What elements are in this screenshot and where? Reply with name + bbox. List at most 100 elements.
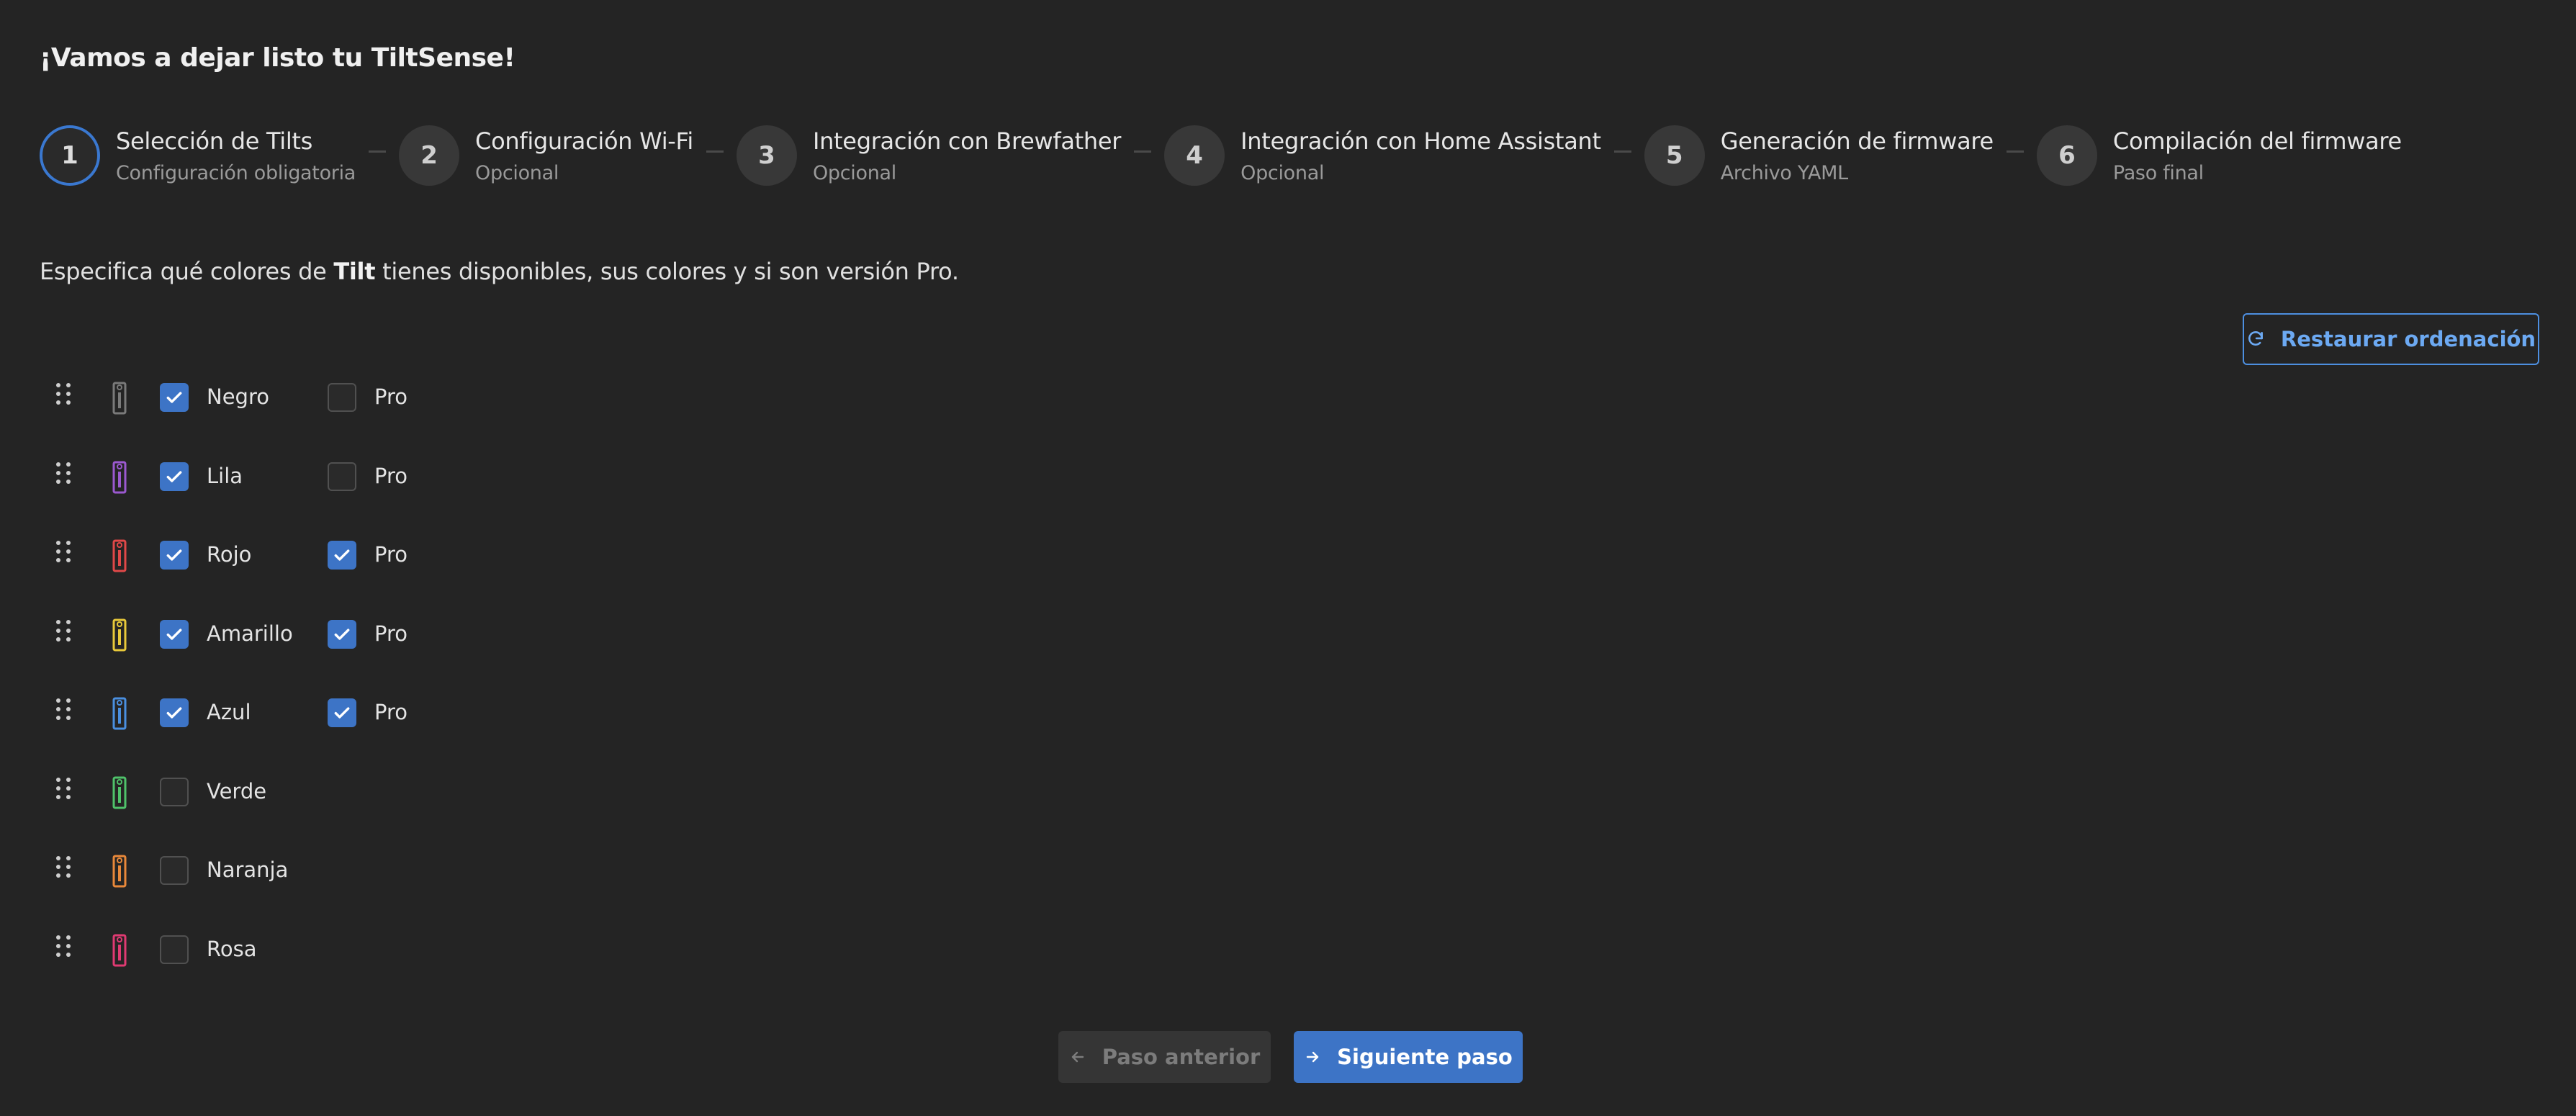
- tilt-name: Amarillo: [207, 621, 293, 646]
- step-text: Integración con Brewfather Opcional: [813, 127, 1121, 184]
- drag-handle-icon[interactable]: [56, 541, 76, 570]
- tilt-name: Rosa: [207, 936, 257, 961]
- step-number: 1: [40, 125, 100, 186]
- restore-order-label: Restaurar ordenación: [2280, 327, 2536, 351]
- tilt-pro-checkbox[interactable]: [328, 619, 356, 649]
- tilt-hydrometer-icon: [111, 696, 128, 730]
- step-description: Opcional: [1240, 161, 1325, 184]
- previous-step-label: Paso anterior: [1102, 1045, 1261, 1069]
- tilt-name: Rojo: [207, 542, 252, 567]
- next-step-label: Siguiente paso: [1337, 1045, 1513, 1069]
- next-step-button[interactable]: Siguiente paso: [1294, 1031, 1523, 1083]
- step-number: 2: [399, 125, 460, 186]
- tilt-select-checkbox[interactable]: [160, 935, 189, 964]
- tilt-select-checkbox[interactable]: [160, 777, 189, 806]
- tilt-pro-checkbox[interactable]: [328, 698, 356, 727]
- tilt-hydrometer-icon: [111, 380, 128, 415]
- tilt-select-checkbox[interactable]: [160, 698, 189, 727]
- instructions-text-bold: Tilt: [333, 258, 376, 285]
- step-description: Archivo YAML: [1720, 161, 1848, 184]
- previous-step-button[interactable]: Paso anterior: [1058, 1031, 1271, 1083]
- stepper: 1 Selección de Tilts Configuración obligat…: [40, 122, 2541, 189]
- step-text: Selección de Tilts Configuración obligato…: [116, 127, 356, 184]
- step-description: Opcional: [812, 161, 896, 184]
- tilt-row-rosa: Rosa: [0, 928, 576, 971]
- step-number: 3: [736, 125, 797, 186]
- refresh-icon: [2248, 331, 2263, 346]
- step-6[interactable]: 6 Compilación del firmware Paso final: [2036, 125, 2402, 186]
- pro-label: Pro: [374, 700, 408, 724]
- step-label: Compilación del firmware: [2112, 127, 2402, 155]
- tilt-row-naranja: Naranja: [0, 849, 576, 892]
- drag-handle-icon[interactable]: [56, 462, 76, 491]
- drag-handle-icon[interactable]: [56, 698, 76, 727]
- step-text: Compilación del firmware Paso final: [2113, 127, 2402, 184]
- tilt-hydrometer-icon: [111, 538, 128, 572]
- tilt-name: Azul: [207, 700, 251, 724]
- step-text: Generación de firmware Archivo YAML: [1721, 127, 1994, 184]
- pro-label: Pro: [374, 621, 408, 646]
- instructions: Especifica qué colores de Tilt tienes di…: [40, 258, 959, 285]
- drag-handle-icon[interactable]: [56, 619, 76, 649]
- tilt-name: Naranja: [207, 858, 289, 882]
- tilt-hydrometer-icon: [111, 932, 128, 967]
- tilt-row-negro: Negro Pro: [0, 376, 576, 419]
- step-label: Integración con Home Assistant: [1240, 127, 1601, 155]
- step-text: Configuración Wi-Fi Opcional: [475, 127, 693, 184]
- tilt-select-checkbox[interactable]: [160, 462, 189, 491]
- step-2[interactable]: 2 Configuración Wi-Fi Opcional: [399, 125, 693, 186]
- step-number: 4: [1164, 125, 1225, 186]
- tilt-row-amarillo: Amarillo Pro: [0, 613, 576, 656]
- drag-handle-icon[interactable]: [56, 383, 76, 412]
- tilt-select-checkbox[interactable]: [160, 856, 189, 885]
- tilt-name: Lila: [207, 463, 243, 488]
- step-label: Selección de Tilts: [116, 127, 313, 155]
- step-separator: [1134, 150, 1152, 153]
- step-5[interactable]: 5 Generación de firmware Archivo YAML: [1644, 125, 1994, 186]
- step-label: Integración con Brewfather: [812, 127, 1122, 155]
- tilt-select-checkbox[interactable]: [160, 619, 189, 649]
- tilt-hydrometer-icon: [111, 775, 128, 809]
- tilt-pro-checkbox[interactable]: [328, 462, 356, 491]
- tilt-row-azul: Azul Pro: [0, 691, 576, 734]
- step-description: Paso final: [2112, 161, 2204, 184]
- step-separator: [369, 150, 387, 153]
- step-description: Opcional: [475, 161, 559, 184]
- tilt-row-verde: Verde: [0, 770, 576, 814]
- instructions-text-after: tienes disponibles, sus colores y si son…: [375, 258, 959, 285]
- tilt-hydrometer-icon: [111, 459, 128, 494]
- step-label: Generación de firmware: [1720, 127, 1994, 155]
- instructions-text-before: Especifica qué colores de: [40, 258, 334, 285]
- pro-label: Pro: [374, 463, 408, 488]
- step-label: Configuración Wi-Fi: [475, 127, 693, 155]
- pro-label: Pro: [374, 542, 408, 567]
- tilt-row-rojo: Rojo Pro: [0, 534, 576, 577]
- step-separator: [706, 150, 724, 153]
- step-1[interactable]: 1 Selección de Tilts Configuración obligat…: [40, 125, 356, 186]
- step-description: Configuración obligatoria: [116, 161, 356, 184]
- step-number: 5: [1644, 125, 1705, 186]
- step-3[interactable]: 3 Integración con Brewfather Opcional: [736, 125, 1121, 186]
- tilt-name: Negro: [207, 384, 269, 409]
- restore-order-button[interactable]: Restaurar ordenación: [2243, 313, 2539, 365]
- drag-handle-icon[interactable]: [56, 777, 76, 806]
- arrow-left-icon: [1071, 1051, 1084, 1063]
- page-title: ¡Vamos a dejar listo tu TiltSense!: [40, 43, 515, 73]
- tilt-pro-checkbox[interactable]: [328, 541, 356, 570]
- drag-handle-icon[interactable]: [56, 856, 76, 885]
- pro-label: Pro: [374, 384, 408, 409]
- step-separator: [2006, 150, 2024, 153]
- tilt-select-checkbox[interactable]: [160, 383, 189, 412]
- drag-handle-icon[interactable]: [56, 935, 76, 964]
- tilt-row-lila: Lila Pro: [0, 455, 576, 498]
- arrow-right-icon: [1306, 1051, 1319, 1063]
- tilt-pro-checkbox[interactable]: [328, 383, 356, 412]
- step-text: Integración con Home Assistant Opcional: [1240, 127, 1601, 184]
- tilt-hydrometer-icon: [111, 617, 128, 652]
- tilt-hydrometer-icon: [111, 853, 128, 888]
- step-separator: [1613, 150, 1631, 153]
- step-number: 6: [2036, 125, 2097, 186]
- tilt-select-checkbox[interactable]: [160, 541, 189, 570]
- step-4[interactable]: 4 Integración con Home Assistant Opcional: [1164, 125, 1601, 186]
- tilt-name: Verde: [207, 778, 267, 804]
